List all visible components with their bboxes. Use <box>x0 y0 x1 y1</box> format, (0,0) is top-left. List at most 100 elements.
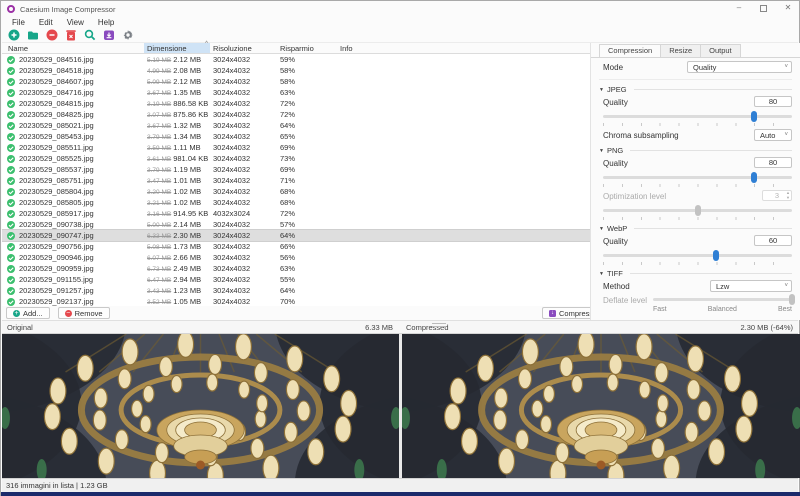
compressed-ok-icon <box>2 210 19 218</box>
png-quality-value[interactable]: 80 <box>754 157 792 168</box>
preview-info-bar: Original 6.33 MB Compressed 2.30 MB (-64… <box>2 320 798 334</box>
mode-select[interactable]: Quality˅ <box>687 61 792 73</box>
compressed-size: 1.19 MB <box>173 165 201 174</box>
slider-handle[interactable] <box>713 250 719 261</box>
menu-edit[interactable]: Edit <box>32 18 60 27</box>
minus-icon: − <box>65 310 72 317</box>
settings-icon[interactable] <box>121 29 134 42</box>
preview-icon[interactable] <box>83 29 96 42</box>
jpeg-quality-value[interactable]: 80 <box>754 96 792 107</box>
splitter-handle[interactable] <box>432 323 446 327</box>
table-row[interactable]: 20230529_090756.jpg 5.08 MB1.73 MB 3024x… <box>2 241 590 252</box>
original-size: 3.47 MB <box>147 178 171 185</box>
clear-list-icon[interactable] <box>64 29 77 42</box>
slider-handle[interactable] <box>751 172 757 183</box>
close-button[interactable]: ✕ <box>783 1 793 15</box>
table-row[interactable]: 20230529_084516.jpg 5.19 MB2.12 MB 3024x… <box>2 54 590 65</box>
add-button[interactable]: + Add... <box>6 307 50 319</box>
maximize-button[interactable] <box>760 5 767 12</box>
spinner-arrows-icon[interactable]: ▲▼ <box>786 191 790 200</box>
column-header-dimensione[interactable]: Dimensione ^ <box>144 43 210 53</box>
file-saving: 72% <box>277 99 337 108</box>
table-row[interactable]: 20230529_091257.jpg 3.43 MB1.23 MB 3024x… <box>2 285 590 296</box>
file-resolution: 3024x4032 <box>210 198 277 207</box>
slider-handle <box>695 205 701 216</box>
compress-arrow-icon: ↓ <box>549 310 556 317</box>
minimize-button[interactable]: – <box>734 1 744 15</box>
column-header-name[interactable]: Name <box>2 43 144 53</box>
table-row[interactable]: 20230529_090738.jpg 5.00 MB2.14 MB 3024x… <box>2 219 590 230</box>
original-size: 3.79 MB <box>147 134 171 141</box>
add-folder-icon[interactable] <box>26 29 39 42</box>
deflate-level-slider <box>653 294 792 304</box>
file-size-cell: 3.20 MB1.02 MB <box>144 187 210 196</box>
table-row[interactable]: 20230529_084815.jpg 3.19 MB886.58 KB 302… <box>2 98 590 109</box>
table-row[interactable]: 20230529_084716.jpg 3.67 MB1.35 MB 3024x… <box>2 87 590 98</box>
original-size: 5.08 MB <box>147 244 171 251</box>
png-section-header[interactable]: ▼PNG <box>599 146 792 155</box>
taskbar-strip <box>1 492 800 496</box>
file-name: 20230529_085537.jpg <box>19 165 144 174</box>
sort-ascending-icon: ^ <box>205 41 208 47</box>
webp-quality-value[interactable]: 60 <box>754 235 792 246</box>
table-row[interactable]: 20230529_090747.jpg 6.33 MB2.30 MB 3024x… <box>2 230 590 241</box>
file-size-cell: 3.79 MB1.34 MB <box>144 132 210 141</box>
remove-icon[interactable] <box>45 29 58 42</box>
table-row[interactable]: 20230529_085805.jpg 3.21 MB1.02 MB 3024x… <box>2 197 590 208</box>
table-row[interactable]: 20230529_085917.jpg 3.16 MB914.95 KB 403… <box>2 208 590 219</box>
table-row[interactable]: 20230529_084607.jpg 5.09 MB2.12 MB 3024x… <box>2 76 590 87</box>
png-quality-label: Quality <box>603 159 628 168</box>
table-row[interactable]: 20230529_090946.jpg 6.07 MB2.66 MB 3024x… <box>2 252 590 263</box>
table-row[interactable]: 20230529_092137.jpg 3.52 MB1.05 MB 3024x… <box>2 296 590 307</box>
png-quality-slider[interactable] <box>603 172 792 182</box>
webp-quality-slider[interactable] <box>603 250 792 260</box>
file-saving: 70% <box>277 297 337 306</box>
chevron-down-icon: ˅ <box>784 281 788 292</box>
table-row[interactable]: 20230529_085537.jpg 3.79 MB1.19 MB 3024x… <box>2 164 590 175</box>
slider-handle[interactable] <box>751 111 757 122</box>
table-row[interactable]: 20230529_085511.jpg 3.59 MB1.11 MB 3024x… <box>2 142 590 153</box>
original-size: 3.07 MB <box>147 112 171 119</box>
original-size: 3.52 MB <box>147 299 171 306</box>
tab-compression[interactable]: Compression <box>599 44 661 57</box>
tab-output[interactable]: Output <box>700 44 741 57</box>
file-size-cell: 5.09 MB2.12 MB <box>144 77 210 86</box>
webp-section-header[interactable]: ▼WebP <box>599 224 792 233</box>
menu-view[interactable]: View <box>60 18 91 27</box>
file-saving: 69% <box>277 165 337 174</box>
original-size: 3.20 MB <box>147 189 171 196</box>
file-size-cell: 3.07 MB875.86 KB <box>144 110 210 119</box>
column-header-risparmio[interactable]: Risparmio <box>277 43 337 53</box>
file-resolution: 3024x4032 <box>210 176 277 185</box>
table-row[interactable]: 20230529_085751.jpg 3.47 MB1.01 MB 3024x… <box>2 175 590 186</box>
file-saving: 65% <box>277 132 337 141</box>
chroma-subsampling-select[interactable]: Auto˅ <box>754 129 792 141</box>
table-row[interactable]: 20230529_084518.jpg 4.99 MB2.08 MB 3024x… <box>2 65 590 76</box>
compressed-size: 1.32 MB <box>173 121 201 130</box>
table-row[interactable]: 20230529_090959.jpg 6.73 MB2.49 MB 3024x… <box>2 263 590 274</box>
column-header-risoluzione[interactable]: Risoluzione <box>210 43 277 53</box>
add-files-icon[interactable] <box>7 29 20 42</box>
compressed-size: 1.02 MB <box>173 187 201 196</box>
remove-button[interactable]: − Remove <box>58 307 110 319</box>
tab-resize[interactable]: Resize <box>660 44 701 57</box>
table-row[interactable]: 20230529_091155.jpg 6.47 MB2.94 MB 3024x… <box>2 274 590 285</box>
menu-file[interactable]: File <box>5 18 32 27</box>
table-row[interactable]: 20230529_085804.jpg 3.20 MB1.02 MB 3024x… <box>2 186 590 197</box>
jpeg-section-header[interactable]: ▼JPEG <box>599 85 792 94</box>
column-header-info[interactable]: Info <box>337 43 590 53</box>
table-row[interactable]: 20230529_085453.jpg 3.79 MB1.34 MB 3024x… <box>2 131 590 142</box>
file-size-cell: 5.08 MB1.73 MB <box>144 242 210 251</box>
table-row[interactable]: 20230529_085525.jpg 3.61 MB981.04 KB 302… <box>2 153 590 164</box>
compress-icon[interactable] <box>102 29 115 42</box>
compressed-ok-icon <box>2 67 19 75</box>
optimization-level-spinner[interactable]: 3▲▼ <box>762 190 792 201</box>
tiff-section-header[interactable]: ▼TIFF <box>599 269 792 278</box>
tiff-method-select[interactable]: Lzw˅ <box>710 280 792 292</box>
table-row[interactable]: 20230529_084825.jpg 3.07 MB875.86 KB 302… <box>2 109 590 120</box>
menu-help[interactable]: Help <box>91 18 121 27</box>
compressed-ok-icon <box>2 298 19 306</box>
table-row[interactable]: 20230529_085021.jpg 3.67 MB1.32 MB 3024x… <box>2 120 590 131</box>
compressed-ok-icon <box>2 155 19 163</box>
jpeg-quality-slider[interactable] <box>603 111 792 121</box>
